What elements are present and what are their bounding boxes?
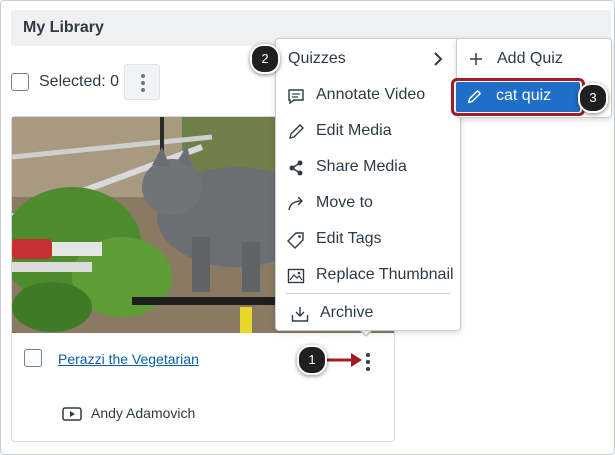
move-arrow-icon	[288, 196, 303, 211]
chevron-right-icon	[434, 52, 443, 66]
menu-divider	[286, 293, 450, 294]
tag-icon	[287, 232, 304, 249]
quiz-item-label: cat quiz	[496, 87, 552, 104]
media-owner-name: Andy Adamovich	[91, 405, 196, 421]
media-select-checkbox[interactable]	[24, 349, 42, 367]
pointer-arrow-icon	[325, 353, 362, 367]
kebab-icon	[141, 74, 145, 95]
menu-item-label: Edit Tags	[316, 230, 382, 247]
plus-icon	[470, 53, 482, 65]
menu-item-edit-tags[interactable]: Edit Tags	[276, 221, 460, 257]
menu-item-archive[interactable]: Archive	[276, 295, 460, 331]
menu-item-label: Move to	[316, 194, 373, 211]
quiz-item-cat-quiz[interactable]: cat quiz	[456, 82, 580, 112]
media-options-kebab-icon[interactable]	[366, 353, 370, 374]
library-title: My Library	[23, 19, 104, 36]
menu-item-annotate-video[interactable]: Annotate Video	[276, 77, 460, 113]
media-context-menu: Quizzes Annotate Video Edit Media Share …	[275, 38, 461, 331]
pencil-icon	[467, 89, 482, 104]
archive-icon	[291, 307, 309, 322]
share-icon	[289, 160, 303, 176]
annotate-icon	[288, 89, 304, 105]
pencil-icon	[289, 124, 304, 139]
menu-item-move-to[interactable]: Move to	[276, 185, 460, 221]
menu-item-label: Quizzes	[288, 50, 346, 67]
menu-item-label: Annotate Video	[316, 86, 426, 103]
menu-item-edit-media[interactable]: Edit Media	[276, 113, 460, 149]
bulk-actions-button[interactable]	[124, 64, 160, 100]
menu-item-label: Edit Media	[316, 122, 392, 139]
select-all-checkbox[interactable]	[11, 73, 29, 91]
image-icon	[287, 268, 305, 284]
callout-badge-3: 3	[578, 83, 608, 113]
menu-item-label: Archive	[320, 304, 374, 321]
video-icon	[62, 407, 82, 421]
add-quiz-label: Add Quiz	[497, 50, 563, 67]
callout-badge-2: 2	[250, 44, 280, 74]
add-quiz-button[interactable]: Add Quiz	[457, 41, 611, 77]
menu-item-label: Share Media	[316, 158, 407, 175]
menu-item-replace-thumbnail[interactable]: Replace Thumbnail	[276, 257, 460, 293]
menu-item-quizzes[interactable]: Quizzes	[276, 41, 460, 77]
menu-item-share-media[interactable]: Share Media	[276, 149, 460, 185]
menu-item-label: Replace Thumbnail	[316, 266, 454, 283]
selected-count-label: Selected: 0	[39, 73, 120, 90]
callout-badge-1: 1	[297, 345, 327, 375]
media-title-link[interactable]: Perazzi the Vegetarian	[58, 351, 199, 367]
